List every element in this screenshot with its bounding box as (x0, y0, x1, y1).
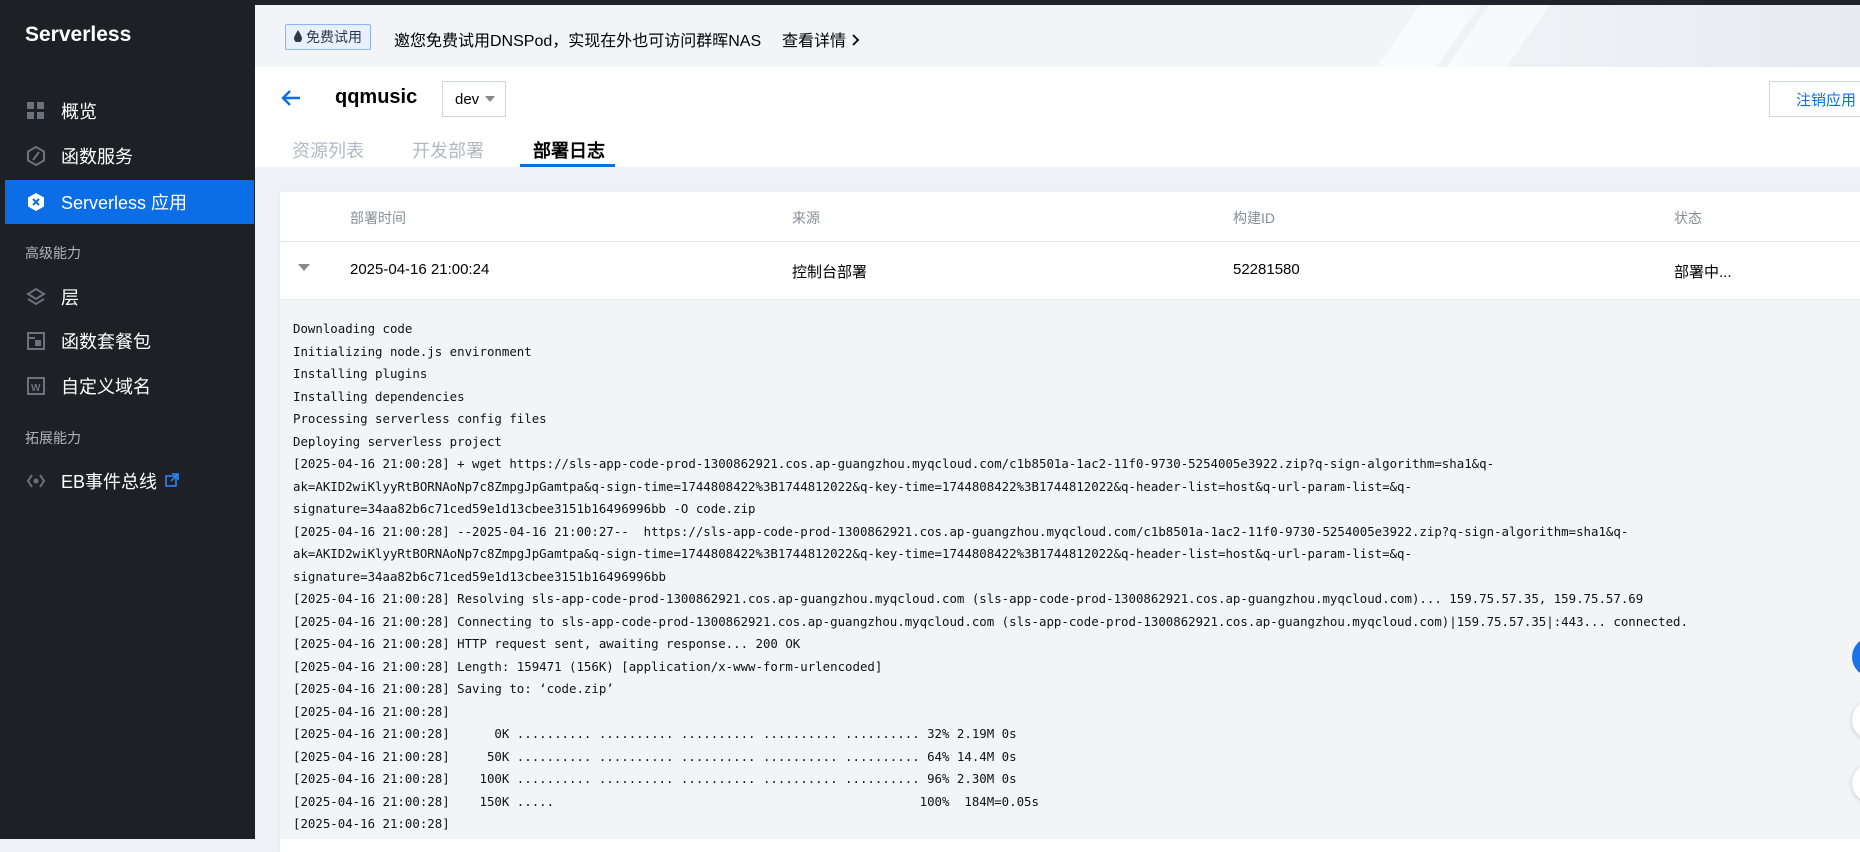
deploy-source: 控制台部署 (792, 264, 868, 281)
sidebar-item-label: 概览 (61, 102, 97, 122)
deploy-status: 部署中... (1674, 264, 1732, 281)
sidebar-item-label: EB事件总线 (61, 472, 158, 492)
tab-deploy-log[interactable]: 部署日志 (533, 137, 605, 163)
table-header (280, 192, 1860, 242)
package-icon (25, 330, 47, 352)
log-line: [2025-04-16 21:00:28] (293, 703, 450, 719)
chevron-right-icon (850, 33, 860, 50)
log-line: [2025-04-16 21:00:28] Resolving sls-app-… (293, 591, 1644, 606)
column-header-build-id: 构建ID (1233, 210, 1275, 226)
log-line: ak=AKID2wiKlyyRtBORNAoNp7c8ZmpgJpGamtpa&… (293, 478, 1412, 494)
sidebar-item-domains[interactable]: W 自定义域名 (5, 364, 254, 408)
sidebar-item-overview[interactable]: 概览 (5, 89, 254, 133)
app-icon (25, 191, 47, 213)
column-header-time: 部署时间 (350, 210, 406, 226)
log-line: Installing dependencies (293, 388, 465, 404)
log-line: [2025-04-16 21:00:28] 50K .......... ...… (293, 748, 1017, 764)
sidebar-item-packages[interactable]: 函数套餐包 (5, 319, 254, 363)
log-line: [2025-04-16 21:00:28] + wget https://sls… (293, 456, 1495, 471)
external-link-icon (165, 471, 179, 492)
drop-icon (294, 29, 302, 45)
deregister-app-button[interactable]: 注销应用 (1769, 81, 1860, 117)
free-trial-badge: 免费试用 (285, 24, 371, 50)
log-line: [2025-04-16 21:00:28] HTTP request sent,… (293, 636, 801, 651)
back-arrow-icon[interactable] (279, 86, 303, 110)
log-line: Processing serverless config files (293, 411, 547, 426)
log-line: Initializing node.js environment (293, 343, 532, 359)
tab-development[interactable]: 开发部署 (412, 137, 484, 163)
sidebar-item-eventbridge[interactable]: EB事件总线 (5, 459, 254, 503)
sidebar-item-functions[interactable]: 函数服务 (5, 134, 254, 178)
sidebar-item-layers[interactable]: 层 (5, 275, 254, 319)
log-line: [2025-04-16 21:00:28] 0K .......... ....… (293, 726, 1017, 741)
log-line: [2025-04-16 21:00:28] --2025-04-16 21:00… (293, 523, 1629, 539)
group-label-advanced: 高级能力 (25, 245, 81, 261)
log-line: Installing plugins (293, 366, 428, 381)
sidebar-item-label: 层 (61, 288, 79, 308)
domain-icon: W (25, 375, 47, 397)
sidebar-item-label: 函数套餐包 (61, 332, 151, 352)
log-line: Deploying serverless project (293, 433, 502, 449)
badge-label: 免费试用 (306, 29, 362, 45)
banner-message: 邀您免费试用DNSPod，实现在外也可访问群晖NAS (394, 33, 762, 50)
sidebar: Serverless 概览 函数服务 Serverless 应用 高级能力 层 … (0, 0, 255, 839)
dashboard-icon (25, 100, 47, 122)
svg-text:W: W (31, 383, 41, 394)
env-value: dev (455, 90, 480, 108)
sidebar-item-label: Serverless 应用 (61, 193, 188, 213)
expand-caret-icon[interactable] (298, 264, 310, 271)
function-icon (25, 145, 47, 167)
view-details-link[interactable]: 查看详情 (782, 27, 860, 51)
column-header-source: 来源 (792, 210, 820, 226)
layers-icon (25, 286, 47, 308)
sidebar-item-serverless-app[interactable]: Serverless 应用 (5, 180, 254, 224)
column-header-status: 状态 (1674, 210, 1702, 226)
build-id: 52281580 (1233, 261, 1300, 278)
sidebar-item-label: 函数服务 (61, 147, 133, 167)
group-label-extension: 拓展能力 (25, 430, 81, 446)
sidebar-item-label: 自定义域名 (61, 377, 151, 397)
log-line: ak=AKID2wiKlyyRtBORNAoNp7c8ZmpgJpGamtpa&… (293, 546, 1412, 561)
log-line: [2025-04-16 21:00:28] 150K ..... 100% 18… (293, 793, 1039, 809)
event-bus-icon (25, 470, 47, 492)
log-line: signature=34aa82b6c71ced59e1d13cbee3151b… (293, 501, 756, 516)
log-line: Downloading code (293, 321, 413, 336)
log-line: [2025-04-16 21:00:28] Connecting to sls-… (293, 613, 1688, 629)
view-details-label: 查看详情 (782, 33, 847, 50)
table-row[interactable] (280, 242, 1860, 300)
tab-resources[interactable]: 资源列表 (292, 137, 364, 163)
log-output: Downloading code Initializing node.js en… (293, 318, 1688, 836)
deploy-time: 2025-04-16 21:00:24 (350, 261, 490, 278)
log-line: [2025-04-16 21:00:28] Saving to: ‘code.z… (293, 681, 614, 696)
log-line: [2025-04-16 21:00:28] 100K .......... ..… (293, 771, 1017, 786)
brand-title: Serverless (25, 23, 132, 46)
top-bar (255, 0, 1860, 5)
log-line: [2025-04-16 21:00:28] (293, 816, 450, 831)
env-select[interactable]: dev (442, 81, 506, 117)
caret-down-icon (485, 96, 495, 102)
log-line: [2025-04-16 21:00:28] Length: 159471 (15… (293, 658, 883, 674)
log-line: signature=34aa82b6c71ced59e1d13cbee3151b… (293, 568, 666, 584)
app-title: qqmusic (335, 86, 418, 108)
